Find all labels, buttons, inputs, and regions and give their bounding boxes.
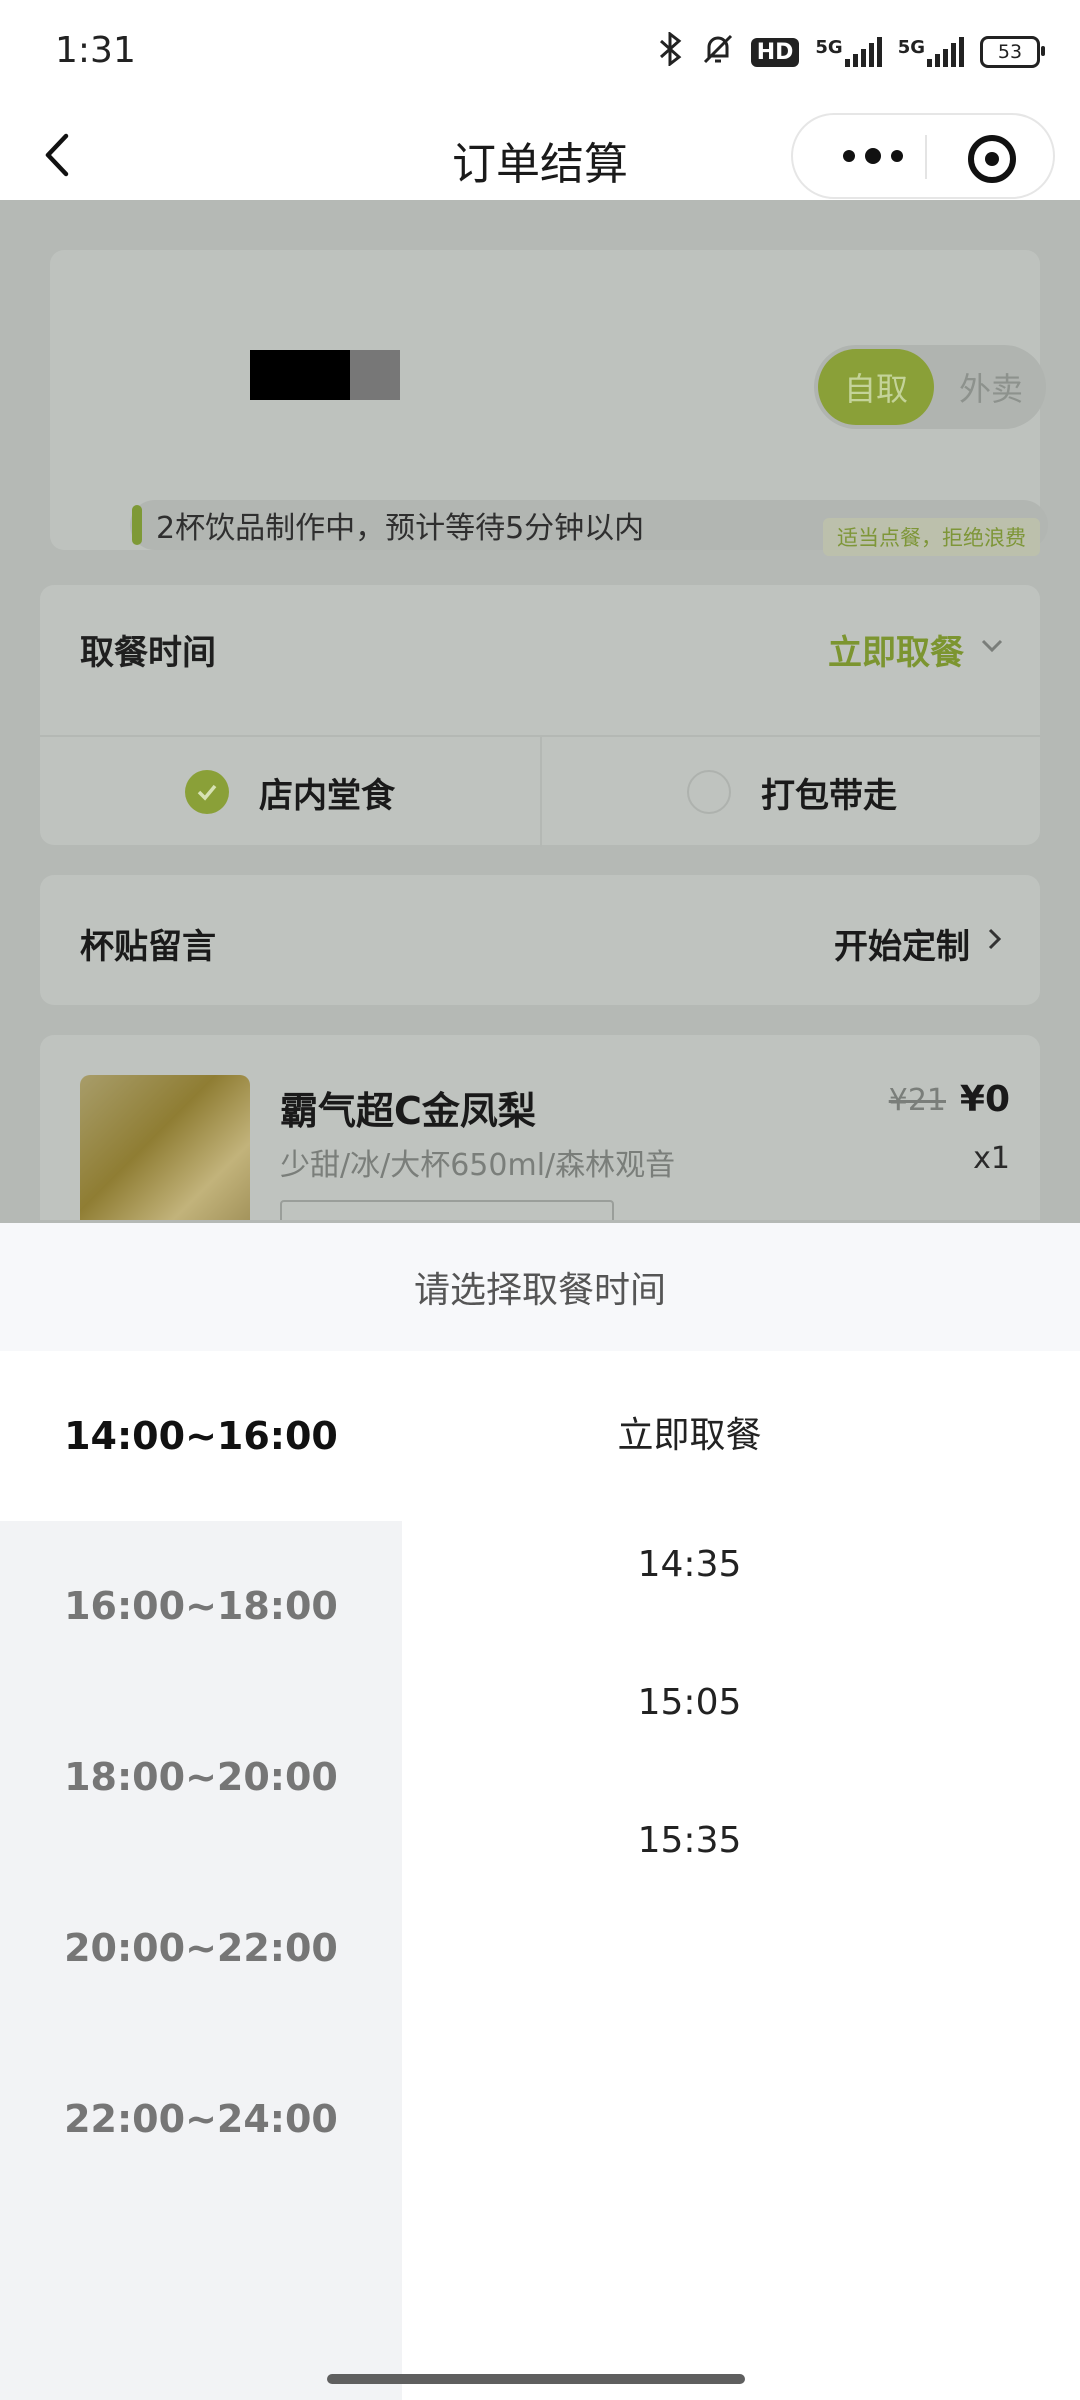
time-slot-item[interactable]: 22:00~24:00: [0, 2034, 402, 2204]
signal-icon: 5G: [815, 37, 882, 67]
store-name-redacted: [250, 350, 400, 400]
time-option-item[interactable]: 15:05: [402, 1682, 977, 1723]
time-slot-item[interactable]: 16:00~18:00: [0, 1521, 402, 1691]
product-card: 霸气超C金凤梨 少甜/冰/大杯650ml/森林观音 ¥21 ¥0 x1: [40, 1035, 1040, 1220]
pickup-time-label: 取餐时间: [80, 633, 216, 673]
time-option-item[interactable]: 立即取餐: [402, 1406, 977, 1458]
home-indicator[interactable]: [327, 2374, 745, 2384]
order-mode-toggle[interactable]: 自取 外卖: [814, 345, 1046, 429]
bluetooth-icon: [657, 30, 685, 72]
store-card: 自取 外卖 2杯饮品制作中，预计等待5分钟以内: [50, 250, 1048, 550]
product-quantity: x1: [973, 1141, 1010, 1176]
pickup-time-value[interactable]: 立即取餐: [828, 625, 964, 674]
sheet-title: 请选择取餐时间: [0, 1223, 1080, 1351]
more-dots-icon[interactable]: [823, 141, 923, 171]
product-image: [80, 1075, 250, 1220]
dine-in-label: 店内堂食: [259, 775, 395, 816]
time-option-list: 立即取餐 14:35 15:05 15:35: [402, 1351, 1080, 2400]
signal-icon: 5G: [898, 37, 964, 67]
dine-in-option[interactable]: 店内堂食: [40, 737, 540, 847]
brew-status-text: 2杯饮品制作中，预计等待5分钟以内: [156, 511, 645, 546]
check-icon: [185, 770, 229, 814]
battery-icon: 53: [980, 36, 1045, 68]
product-spec: 少甜/冰/大杯650ml/森林观音: [280, 1148, 676, 1183]
takeaway-option[interactable]: 打包带走: [540, 737, 1042, 847]
time-slot-list: 14:00~16:00 16:00~18:00 18:00~20:00 20:0…: [0, 1351, 402, 2400]
time-slot-item[interactable]: 18:00~20:00: [0, 1692, 402, 1862]
time-option-item[interactable]: 14:35: [402, 1544, 977, 1585]
status-time: 1:31: [55, 30, 136, 71]
dining-option-row: 店内堂食 打包带走: [40, 735, 1040, 847]
final-price: ¥0: [959, 1079, 1010, 1120]
chevron-down-icon: [980, 633, 1004, 657]
toggle-pickup[interactable]: 自取: [818, 349, 934, 425]
page-content-dimmed: 自取 外卖 2杯饮品制作中，预计等待5分钟以内 适当点餐，拒绝浪费 取餐时间 立…: [0, 200, 1080, 1220]
time-slot-item[interactable]: 14:00~16:00: [0, 1351, 402, 1521]
cup-sticker-label: 杯贴留言: [80, 927, 216, 967]
hd-badge: HD: [750, 37, 800, 67]
mini-program-capsule: [791, 113, 1055, 199]
pickup-time-sheet: 请选择取餐时间 14:00~16:00 16:00~18:00 18:00~20…: [0, 1223, 1080, 2400]
time-slot-item[interactable]: 20:00~22:00: [0, 1863, 402, 2033]
chevron-right-icon: [982, 927, 1006, 951]
mute-bell-icon: [701, 32, 735, 72]
pickup-time-card: 取餐时间 立即取餐 店内堂食 打包带走: [40, 585, 1040, 847]
original-price: ¥21: [888, 1083, 946, 1118]
takeaway-label: 打包带走: [761, 775, 897, 816]
product-name: 霸气超C金凤梨: [280, 1089, 536, 1133]
target-circle-icon[interactable]: [968, 135, 1016, 183]
cup-sticker-card[interactable]: 杯贴留言 开始定制: [40, 875, 1040, 1005]
product-tag: [280, 1200, 614, 1220]
status-icons: HD 5G 5G 53: [657, 30, 1045, 72]
toggle-delivery[interactable]: 外卖: [938, 349, 1044, 425]
customize-link[interactable]: 开始定制: [834, 919, 970, 968]
time-option-item[interactable]: 15:35: [402, 1820, 977, 1861]
capsule-divider: [925, 135, 927, 179]
slogan-badge: 适当点餐，拒绝浪费: [823, 518, 1040, 556]
radio-unchecked-icon: [687, 770, 731, 814]
